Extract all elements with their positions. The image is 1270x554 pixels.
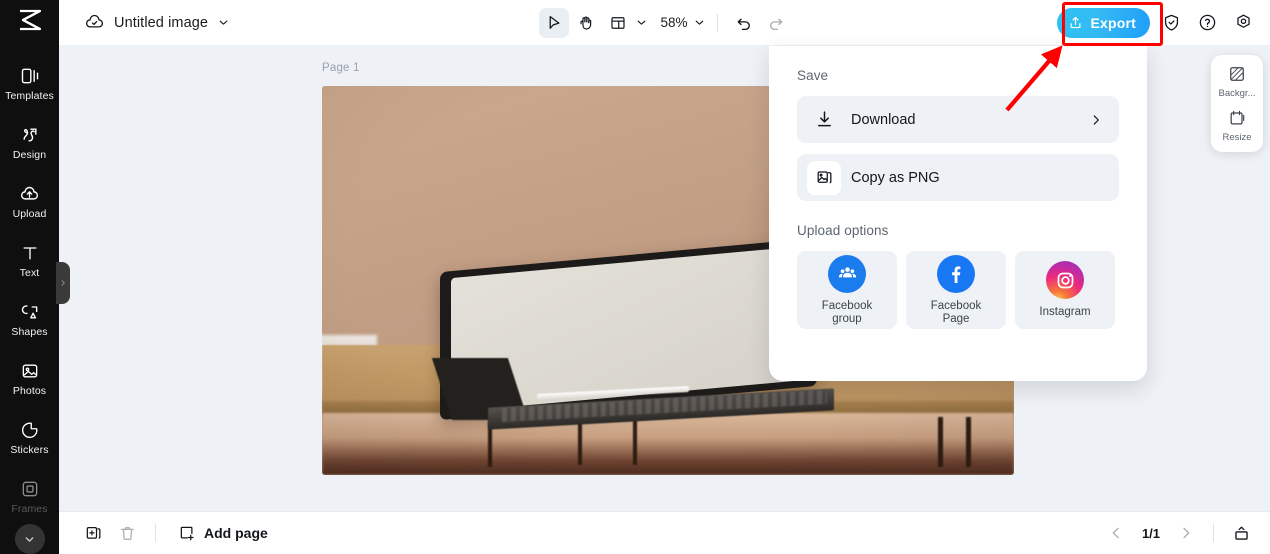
stickers-icon — [20, 419, 40, 441]
trash-icon — [120, 526, 134, 540]
text-icon — [20, 242, 40, 264]
bottom-divider — [155, 524, 156, 542]
select-tool-button[interactable] — [538, 7, 569, 38]
app-logo[interactable] — [0, 0, 59, 40]
upload-share-icon — [1068, 15, 1083, 30]
left-sidebar: Templates Design Upload Text Shapes Phot… — [0, 0, 59, 554]
page-counter: 1/1 — [1141, 525, 1161, 541]
download-option-label: Download — [851, 111, 916, 128]
sidebar-item-stickers[interactable]: Stickers — [0, 408, 59, 467]
sidebar-more-button[interactable] — [14, 524, 45, 554]
canvas-tools: 58% — [538, 7, 791, 38]
cloud-saved-icon[interactable] — [84, 12, 105, 33]
page-label: Page 1 — [322, 62, 360, 74]
add-page-button[interactable]: Add page — [169, 519, 277, 547]
shapes-icon — [20, 301, 40, 323]
title-chevron-down-icon[interactable] — [217, 16, 230, 29]
sidebar-item-design[interactable]: Design — [0, 113, 59, 172]
sidebar-item-shapes[interactable]: Shapes — [0, 290, 59, 349]
settings-gear-icon — [1236, 14, 1250, 28]
sidebar-item-photos[interactable]: Photos — [0, 349, 59, 408]
sidebar-item-label: Stickers — [10, 444, 49, 457]
capcut-logo-icon — [19, 9, 41, 31]
sidebar-item-label: Text — [19, 267, 40, 280]
add-page-icon — [178, 524, 196, 542]
bottom-right-divider — [1213, 524, 1214, 542]
settings-button[interactable] — [1228, 8, 1258, 38]
delete-page-button[interactable] — [112, 518, 142, 548]
sidebar-item-label: Design — [12, 149, 47, 162]
frames-icon — [20, 478, 40, 500]
export-dropdown-panel: Save Download Copy as PNG Upload options… — [769, 46, 1147, 381]
export-button[interactable]: Export — [1057, 7, 1150, 38]
sidebar-item-label: Upload — [12, 208, 47, 221]
resize-tool[interactable]: Resize — [1211, 108, 1263, 143]
help-button[interactable] — [1192, 8, 1222, 38]
save-section-heading: Save — [797, 68, 829, 83]
sidebar-item-label: Photos — [12, 385, 47, 398]
upload-facebook-page-button[interactable]: Facebook Page — [906, 251, 1006, 329]
chevron-right-icon — [1089, 113, 1103, 127]
present-icon — [1234, 525, 1248, 540]
resize-icon — [1227, 108, 1247, 128]
right-tool-panel: Backgr... Resize — [1211, 55, 1263, 152]
upload-facebook-group-button[interactable]: Facebook group — [797, 251, 897, 329]
background-pattern-icon — [1227, 64, 1247, 84]
export-button-label: Export — [1090, 14, 1136, 31]
download-icon — [807, 103, 841, 137]
sidebar-item-upload[interactable]: Upload — [0, 172, 59, 231]
instagram-icon — [1046, 261, 1084, 299]
sidebar-item-label: Shapes — [11, 326, 48, 339]
editor-window: Templates Design Upload Text Shapes Phot… — [0, 0, 1270, 554]
copy-as-png-label: Copy as PNG — [851, 169, 940, 186]
add-page-label: Add page — [204, 525, 268, 541]
sidebar-item-templates[interactable]: Templates — [0, 54, 59, 113]
photos-icon — [20, 360, 40, 382]
duplicate-page-button[interactable] — [78, 518, 108, 548]
chevron-right-icon — [61, 280, 65, 286]
present-button[interactable] — [1226, 518, 1256, 548]
document-title[interactable]: Untitled image — [114, 15, 208, 31]
redo-button[interactable] — [761, 8, 791, 38]
upload-options-heading: Upload options — [797, 223, 889, 238]
sidebar-item-label: Frames — [11, 503, 48, 516]
background-tool[interactable]: Backgr... — [1211, 64, 1263, 99]
top-toolbar: Untitled image 58% Export — [59, 0, 1270, 45]
layout-tool-button[interactable] — [602, 8, 632, 38]
next-page-button[interactable] — [1171, 518, 1201, 548]
facebook-icon — [937, 254, 975, 293]
sidebar-collapse-handle[interactable] — [56, 262, 70, 304]
shield-check-button[interactable] — [1156, 8, 1186, 38]
chevron-down-icon — [25, 536, 34, 542]
copy-as-png-option[interactable]: Copy as PNG — [797, 154, 1119, 201]
zoom-level[interactable]: 58% — [653, 15, 690, 30]
sidebar-item-frames[interactable]: Frames — [0, 467, 59, 526]
copy-image-icon — [807, 160, 841, 195]
duplicate-page-icon — [86, 526, 100, 539]
bottom-toolbar: Add page 1/1 — [59, 511, 1270, 554]
templates-icon — [20, 65, 40, 87]
instagram-label: Instagram — [1039, 306, 1091, 318]
design-icon — [20, 124, 40, 146]
download-option[interactable]: Download — [797, 96, 1119, 143]
upload-cloud-icon — [19, 183, 40, 205]
sidebar-item-label: Templates — [5, 90, 54, 103]
toolbar-divider — [716, 13, 718, 32]
sidebar-item-text[interactable]: Text — [0, 231, 59, 290]
question-circle-icon — [1199, 14, 1215, 31]
shield-check-icon — [1164, 14, 1178, 31]
zoom-chevron-down-icon[interactable] — [693, 16, 706, 29]
chevron-right-icon — [1183, 527, 1190, 539]
facebook-group-label: Facebook group — [821, 299, 873, 325]
facebook-page-label: Facebook Page — [930, 299, 982, 325]
undo-button[interactable] — [729, 8, 759, 38]
previous-page-button[interactable] — [1101, 518, 1131, 548]
hand-tool-button[interactable] — [570, 8, 600, 38]
facebook-group-icon — [828, 254, 866, 293]
upload-instagram-button[interactable]: Instagram — [1015, 251, 1115, 329]
chevron-left-icon — [1112, 527, 1119, 539]
layout-chevron-down-icon[interactable] — [634, 16, 647, 29]
resize-tool-label: Resize — [1222, 132, 1252, 143]
background-tool-label: Backgr... — [1218, 88, 1256, 99]
